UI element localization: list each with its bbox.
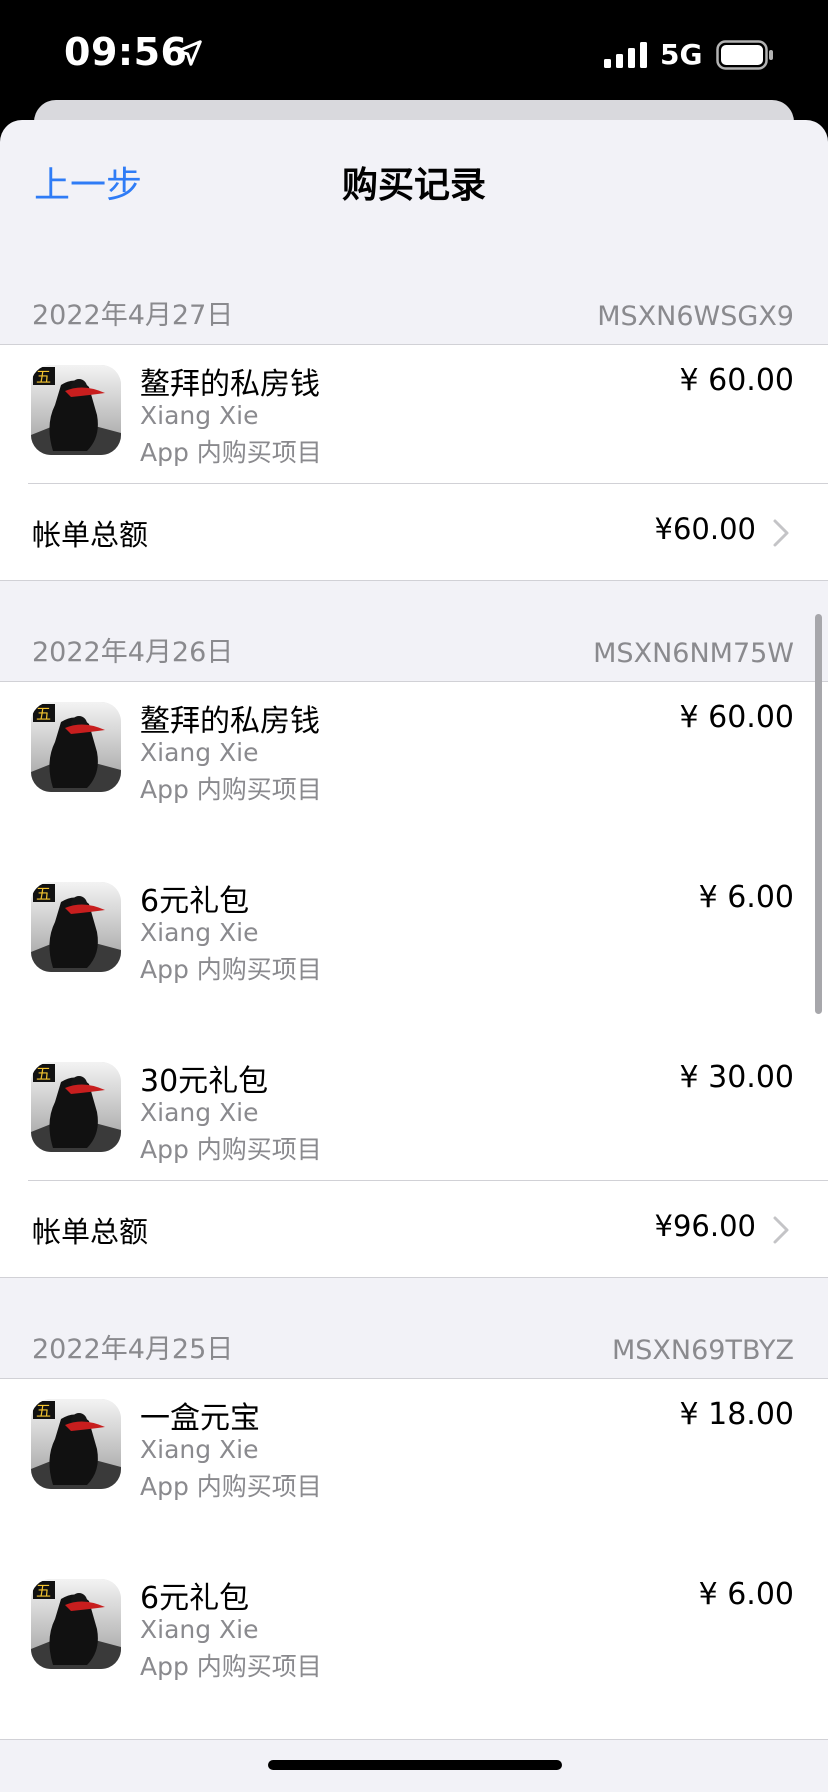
item-type: App 内购买项目 [140, 1472, 322, 1501]
item-name: 鳌拜的私房钱 [140, 367, 320, 402]
bill-total-row[interactable]: 帐单总额 ¥60.00 [28, 483, 828, 580]
status-time: 09:56 [64, 30, 188, 74]
item-price: ¥ 6.00 [698, 1577, 794, 1612]
purchase-date: 2022年4月25日 [32, 1334, 234, 1365]
item-price: ¥ 18.00 [679, 1397, 794, 1432]
item-name: 一盒元宝 [140, 1401, 260, 1436]
nav-bar: 上一步 购买记录 [0, 120, 828, 244]
item-type: App 内购买项目 [140, 955, 322, 984]
item-developer: Xiang Xie [140, 1615, 259, 1644]
app-icon: 五 [31, 1399, 121, 1489]
svg-text:五: 五 [36, 368, 51, 386]
status-bar: 09:56 5G [0, 0, 828, 110]
chevron-right-icon [773, 519, 789, 547]
purchase-group: 五 鳌拜的私房钱 Xiang Xie App 内购买项目 ¥ 60.00 帐单总额 ¥60… [0, 344, 828, 581]
purchase-item[interactable]: 五 鳌拜的私房钱 Xiang Xie App 内购买项目 ¥ 60.00 [0, 682, 828, 862]
app-icon: 五 [31, 882, 121, 972]
purchase-list[interactable]: 2022年4月27日 MSXN6WSGX9 五 鳌拜的私房钱 Xiang Xie Ap… [0, 280, 828, 1740]
cellular-signal-icon [604, 42, 647, 68]
item-name: 6元礼包 [140, 1581, 250, 1616]
battery-icon [716, 40, 773, 70]
item-type: App 内购买项目 [140, 438, 322, 467]
item-type: App 内购买项目 [140, 775, 322, 804]
svg-text:五: 五 [36, 1065, 51, 1083]
purchase-history-sheet: 上一步 购买记录 2022年4月27日 MSXN6WSGX9 五 鳌拜的私房钱 Xi… [0, 120, 828, 1792]
item-price: ¥ 30.00 [679, 1060, 794, 1095]
app-icon: 五 [31, 365, 121, 455]
network-type: 5G [660, 38, 703, 71]
item-name: 30元礼包 [140, 1064, 269, 1099]
purchase-date: 2022年4月26日 [32, 637, 234, 668]
order-id: MSXN69TBYZ [611, 1335, 794, 1366]
section-header: 2022年4月25日 MSXN69TBYZ [0, 1314, 828, 1378]
svg-text:五: 五 [36, 885, 51, 903]
bill-total-label: 帐单总额 [32, 1215, 149, 1249]
item-price: ¥ 60.00 [679, 363, 794, 398]
order-id: MSXN6NM75W [593, 638, 794, 669]
app-icon: 五 [31, 702, 121, 792]
section-header: 2022年4月27日 MSXN6WSGX9 [0, 280, 828, 344]
purchase-item[interactable]: 五 鳌拜的私房钱 Xiang Xie App 内购买项目 ¥ 60.00 [0, 345, 828, 483]
svg-text:五: 五 [36, 705, 51, 723]
item-developer: Xiang Xie [140, 401, 259, 430]
item-developer: Xiang Xie [140, 738, 259, 767]
item-type: App 内购买项目 [140, 1135, 322, 1164]
svg-text:五: 五 [36, 1582, 51, 1600]
bill-total-amount: ¥60.00 [654, 512, 756, 546]
item-price: ¥ 6.00 [698, 880, 794, 915]
app-icon: 五 [31, 1579, 121, 1669]
item-name: 鳌拜的私房钱 [140, 704, 320, 739]
purchase-group: 五 一盒元宝 Xiang Xie App 内购买项目 ¥ 18.00 五 6元礼包 Xi… [0, 1378, 828, 1740]
home-indicator[interactable] [268, 1760, 562, 1770]
chevron-right-icon [773, 1216, 789, 1244]
item-developer: Xiang Xie [140, 918, 259, 947]
item-developer: Xiang Xie [140, 1098, 259, 1127]
bill-total-row[interactable]: 帐单总额 ¥96.00 [28, 1180, 828, 1277]
order-id: MSXN6WSGX9 [597, 301, 794, 332]
purchase-item[interactable]: 五 6元礼包 Xiang Xie App 内购买项目 ¥ 6.00 [0, 862, 828, 1042]
page-title: 购买记录 [341, 165, 486, 206]
section-header: 2022年4月26日 MSXN6NM75W [0, 617, 828, 681]
bill-total-amount: ¥96.00 [654, 1209, 756, 1243]
scrollbar[interactable] [815, 614, 822, 1014]
item-name: 6元礼包 [140, 884, 250, 919]
item-type: App 内购买项目 [140, 1652, 322, 1681]
purchase-item[interactable]: 五 一盒元宝 Xiang Xie App 内购买项目 ¥ 18.00 [0, 1379, 828, 1559]
app-icon: 五 [31, 1062, 121, 1152]
bill-total-label: 帐单总额 [32, 518, 149, 552]
item-developer: Xiang Xie [140, 1435, 259, 1464]
purchase-group: 五 鳌拜的私房钱 Xiang Xie App 内购买项目 ¥ 60.00 五 6元礼包… [0, 681, 828, 1278]
purchase-item[interactable]: 五 30元礼包 Xiang Xie App 内购买项目 ¥ 30.00 [0, 1042, 828, 1180]
purchase-date: 2022年4月27日 [32, 300, 234, 331]
purchase-item[interactable]: 五 6元礼包 Xiang Xie App 内购买项目 ¥ 6.00 [0, 1559, 828, 1739]
svg-text:五: 五 [36, 1402, 51, 1420]
item-price: ¥ 60.00 [679, 700, 794, 735]
location-arrow-icon [176, 40, 202, 66]
